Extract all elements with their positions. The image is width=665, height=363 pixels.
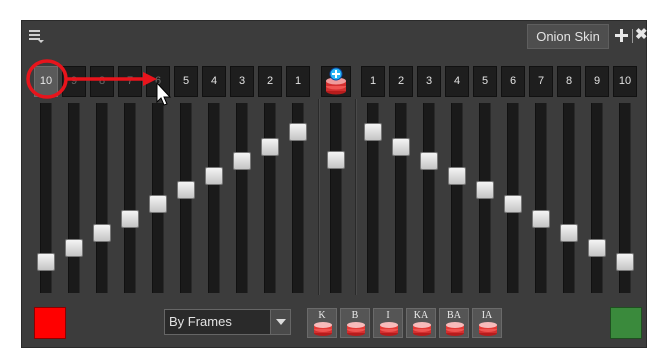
previous-frame-button-1[interactable]: 1: [286, 66, 310, 97]
next-frame-button-9[interactable]: 9: [585, 66, 609, 97]
previous-frame-button-6[interactable]: 6: [146, 66, 170, 97]
next-opacity-slider-2-track[interactable]: [395, 103, 407, 293]
next-opacity-slider-8-track[interactable]: [563, 103, 575, 293]
previous-opacity-slider-3-track[interactable]: [236, 103, 248, 293]
previous-opacity-slider-2-thumb[interactable]: [261, 137, 279, 156]
next-opacity-slider-5-thumb[interactable]: [476, 181, 494, 199]
next-frame-button-3[interactable]: 3: [417, 66, 441, 97]
mode-select-value: By Frames: [169, 314, 232, 329]
breakdown-annotation-filter-button[interactable]: BA: [439, 308, 469, 338]
filter-button-label: B: [351, 310, 359, 321]
next-opacity-slider-9-track[interactable]: [591, 103, 603, 293]
onion-skin-mode-select[interactable]: By Frames: [164, 309, 291, 335]
tab-separator: [632, 29, 633, 43]
previous-frame-button-4[interactable]: 4: [202, 66, 226, 97]
previous-opacity-slider-6-thumb[interactable]: [149, 195, 167, 214]
next-frame-button-5[interactable]: 5: [473, 66, 497, 97]
inbetween-drawings-filter-button[interactable]: I: [373, 308, 403, 338]
next-opacity-slider-8-thumb[interactable]: [560, 224, 578, 243]
next-frame-button-4[interactable]: 4: [445, 66, 469, 97]
onion-layers-icon: [347, 322, 365, 336]
key-drawings-filter-button[interactable]: K: [307, 308, 337, 338]
previous-frame-button-3[interactable]: 3: [230, 66, 254, 97]
next-opacity-slider-4-thumb[interactable]: [448, 166, 466, 185]
breakdown-drawings-filter-button[interactable]: B: [340, 308, 370, 338]
onion-skin-add-icon: [326, 67, 346, 95]
previous-frame-button-5[interactable]: 5: [174, 66, 198, 97]
chevron-down-icon[interactable]: [270, 310, 290, 334]
previous-opacity-slider-4-thumb[interactable]: [205, 166, 223, 185]
tab-onion-skin[interactable]: Onion Skin: [527, 24, 609, 49]
filter-button-label: I: [386, 310, 390, 321]
previous-frames-color-swatch[interactable]: [34, 307, 66, 339]
next-frame-button-6[interactable]: 6: [501, 66, 525, 97]
current-opacity-slider-track[interactable]: [330, 103, 342, 293]
current-opacity-slider-thumb[interactable]: [327, 150, 345, 169]
filter-button-label: KA: [413, 310, 429, 321]
next-frame-button-1[interactable]: 1: [361, 66, 385, 97]
onion-layers-icon: [314, 322, 332, 336]
previous-opacity-slider-9-track[interactable]: [68, 103, 80, 293]
next-frame-button-10[interactable]: 10: [613, 66, 637, 97]
next-frame-button-2[interactable]: 2: [389, 66, 413, 97]
slider-divider-right: [355, 99, 357, 295]
onion-layers-icon: [413, 322, 431, 336]
close-icon[interactable]: ✖: [635, 26, 648, 44]
previous-frame-button-9[interactable]: 9: [62, 66, 86, 97]
onion-layers-icon: [479, 322, 497, 336]
previous-opacity-slider-7-thumb[interactable]: [121, 209, 139, 228]
next-opacity-slider-7-thumb[interactable]: [532, 209, 550, 228]
plus-icon[interactable]: [615, 29, 629, 43]
previous-frame-button-2[interactable]: 2: [258, 66, 282, 97]
next-opacity-slider-1-thumb[interactable]: [364, 123, 382, 142]
next-frames-color-swatch[interactable]: [610, 307, 642, 339]
next-frame-button-8[interactable]: 8: [557, 66, 581, 97]
previous-frame-button-8[interactable]: 8: [90, 66, 114, 97]
next-opacity-slider-10-thumb[interactable]: [616, 253, 634, 271]
filter-button-label: K: [318, 310, 326, 321]
next-opacity-slider-7-track[interactable]: [535, 103, 547, 293]
next-frame-button-7[interactable]: 7: [529, 66, 553, 97]
previous-opacity-slider-3-thumb[interactable]: [233, 152, 251, 171]
previous-opacity-slider-1-thumb[interactable]: [289, 123, 307, 142]
previous-opacity-slider-8-thumb[interactable]: [93, 224, 111, 243]
hamburger-menu-icon[interactable]: [29, 29, 44, 43]
previous-opacity-slider-4-track[interactable]: [208, 103, 220, 293]
next-opacity-slider-2-thumb[interactable]: [392, 137, 410, 156]
onion-layers-icon: [380, 322, 398, 336]
next-opacity-slider-6-thumb[interactable]: [504, 195, 522, 214]
onion-skin-panel: Onion Skin ✖ 10 9 8 7 6 5 4 3 2 1 1 2 3 4 5 6 7 8 9 10 By …: [21, 20, 648, 348]
next-opacity-slider-4-track[interactable]: [451, 103, 463, 293]
filter-button-label: BA: [447, 310, 461, 321]
inbetween-annotation-filter-button[interactable]: IA: [472, 308, 502, 338]
previous-frame-button-10[interactable]: 10: [34, 66, 58, 97]
next-opacity-slider-3-thumb[interactable]: [420, 152, 438, 171]
filter-button-label: IA: [481, 310, 493, 321]
onion-layers-icon: [446, 322, 464, 336]
previous-opacity-slider-5-thumb[interactable]: [177, 181, 195, 199]
previous-opacity-slider-2-track[interactable]: [264, 103, 276, 293]
center-onion-button[interactable]: [321, 66, 351, 97]
slider-divider-left: [318, 99, 320, 295]
previous-frame-button-7[interactable]: 7: [118, 66, 142, 97]
next-opacity-slider-3-track[interactable]: [423, 103, 435, 293]
previous-opacity-slider-8-track[interactable]: [96, 103, 108, 293]
previous-opacity-slider-10-thumb[interactable]: [37, 253, 55, 271]
previous-opacity-slider-7-track[interactable]: [124, 103, 136, 293]
previous-opacity-slider-9-thumb[interactable]: [65, 238, 83, 257]
key-annotation-filter-button[interactable]: KA: [406, 308, 436, 338]
next-opacity-slider-9-thumb[interactable]: [588, 238, 606, 257]
